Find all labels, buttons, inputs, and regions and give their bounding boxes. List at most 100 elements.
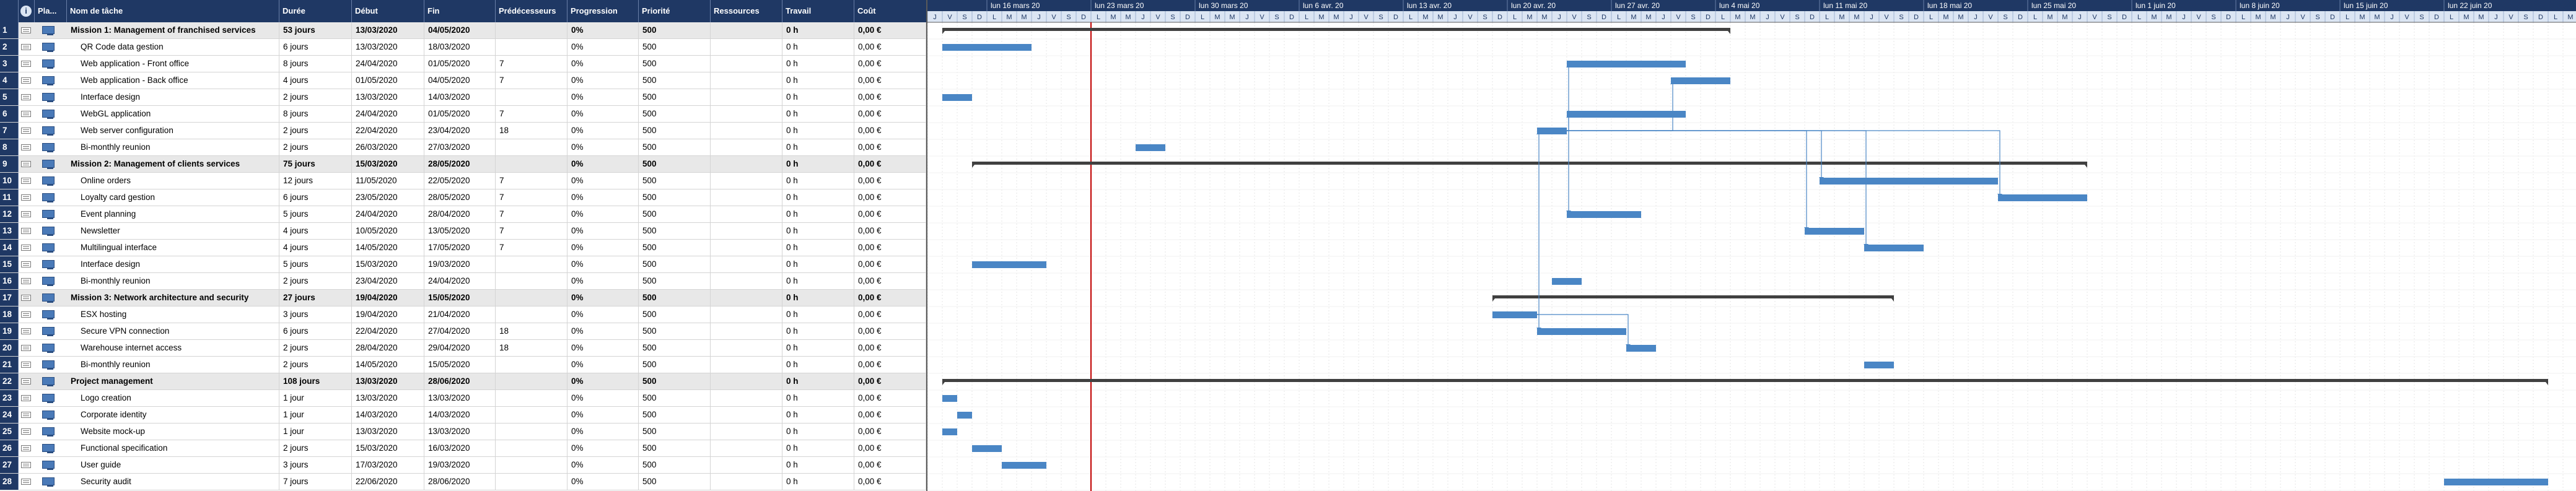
task-info-icon[interactable] — [21, 27, 31, 33]
task-work[interactable]: 0 h — [782, 323, 854, 339]
row-id[interactable]: 4 — [0, 72, 19, 89]
task-work[interactable]: 0 h — [782, 390, 854, 406]
row-id[interactable]: 19 — [0, 323, 19, 339]
task-mode-icon[interactable] — [42, 193, 55, 202]
task-duration[interactable]: 2 jours — [279, 357, 352, 373]
task-cost[interactable]: 0,00 € — [854, 106, 926, 122]
row-id[interactable]: 10 — [0, 173, 19, 189]
task-progress[interactable]: 0% — [567, 89, 639, 105]
task-resources[interactable] — [711, 440, 782, 456]
task-resources[interactable] — [711, 139, 782, 155]
task-predecessors[interactable] — [496, 22, 567, 38]
task-resources[interactable] — [711, 89, 782, 105]
task-row[interactable]: 4 Web application - Back office 4 jours 01/… — [0, 72, 926, 89]
task-progress[interactable]: 0% — [567, 474, 639, 490]
task-duration[interactable]: 1 jour — [279, 407, 352, 423]
task-start[interactable]: 17/03/2020 — [352, 457, 424, 473]
task-name[interactable]: Interface design — [67, 256, 279, 272]
task-start[interactable]: 22/04/2020 — [352, 123, 424, 139]
task-name[interactable]: Web application - Front office — [67, 56, 279, 72]
task-row[interactable]: 7 Web server configuration 2 jours 22/04/20… — [0, 123, 926, 139]
task-row[interactable]: 20 Warehouse internet access 2 jours 28/04/… — [0, 340, 926, 357]
task-row[interactable]: 27 User guide 3 jours 17/03/2020 19/03/2020 0… — [0, 457, 926, 474]
task-duration[interactable]: 2 jours — [279, 139, 352, 155]
task-info-icon[interactable] — [21, 261, 31, 267]
task-mode-icon[interactable] — [42, 394, 55, 403]
task-row[interactable]: 5 Interface design 2 jours 13/03/2020 14/03/… — [0, 89, 926, 106]
row-id[interactable]: 16 — [0, 273, 19, 289]
task-cost[interactable]: 0,00 € — [854, 72, 926, 89]
task-resources[interactable] — [711, 290, 782, 306]
task-predecessors[interactable] — [496, 139, 567, 155]
task-name[interactable]: Secure VPN connection — [67, 323, 279, 339]
task-mode-icon[interactable] — [42, 411, 55, 420]
task-name[interactable]: Mission 3: Network architecture and secu… — [67, 290, 279, 306]
task-resources[interactable] — [711, 256, 782, 272]
task-name[interactable]: Bi-monthly reunion — [67, 357, 279, 373]
task-resources[interactable] — [711, 407, 782, 423]
header-progress[interactable]: Progression — [567, 0, 639, 22]
task-duration[interactable]: 2 jours — [279, 440, 352, 456]
task-duration[interactable]: 6 jours — [279, 39, 352, 55]
row-id[interactable]: 1 — [0, 22, 19, 38]
task-resources[interactable] — [711, 223, 782, 239]
task-name[interactable]: Logo creation — [67, 390, 279, 406]
task-work[interactable]: 0 h — [782, 39, 854, 55]
task-progress[interactable]: 0% — [567, 56, 639, 72]
row-id[interactable]: 2 — [0, 39, 19, 55]
header-info[interactable]: i — [19, 0, 35, 22]
task-end[interactable]: 28/06/2020 — [424, 373, 496, 389]
task-work[interactable]: 0 h — [782, 407, 854, 423]
task-progress[interactable]: 0% — [567, 173, 639, 189]
task-predecessors[interactable] — [496, 457, 567, 473]
task-row[interactable]: 6 WebGL application 8 jours 24/04/2020 01/05… — [0, 106, 926, 123]
task-priority[interactable]: 500 — [639, 123, 711, 139]
task-start[interactable]: 28/04/2020 — [352, 340, 424, 356]
task-start[interactable]: 26/03/2020 — [352, 139, 424, 155]
task-info-icon[interactable] — [21, 61, 31, 67]
task-progress[interactable]: 0% — [567, 206, 639, 222]
task-mode-icon[interactable] — [42, 93, 55, 102]
row-id[interactable]: 23 — [0, 390, 19, 406]
task-end[interactable]: 23/04/2020 — [424, 123, 496, 139]
task-progress[interactable]: 0% — [567, 390, 639, 406]
task-row[interactable]: 24 Corporate identity 1 jour 14/03/2020 14/0… — [0, 407, 926, 424]
task-name[interactable]: Multilingual interface — [67, 240, 279, 256]
task-resources[interactable] — [711, 39, 782, 55]
task-cost[interactable]: 0,00 € — [854, 440, 926, 456]
task-mode-icon[interactable] — [42, 310, 55, 319]
task-work[interactable]: 0 h — [782, 206, 854, 222]
task-predecessors[interactable] — [496, 373, 567, 389]
task-start[interactable]: 15/03/2020 — [352, 256, 424, 272]
task-priority[interactable]: 500 — [639, 173, 711, 189]
task-priority[interactable]: 500 — [639, 256, 711, 272]
task-predecessors[interactable]: 7 — [496, 189, 567, 206]
task-progress[interactable]: 0% — [567, 340, 639, 356]
task-name[interactable]: WebGL application — [67, 106, 279, 122]
task-start[interactable]: 15/03/2020 — [352, 440, 424, 456]
task-mode-icon[interactable] — [42, 59, 55, 69]
task-priority[interactable]: 500 — [639, 223, 711, 239]
header-predecessors[interactable]: Prédécesseurs — [496, 0, 567, 22]
task-info-icon[interactable] — [21, 161, 31, 167]
task-name[interactable]: Interface design — [67, 89, 279, 105]
task-duration[interactable]: 108 jours — [279, 373, 352, 389]
task-cost[interactable]: 0,00 € — [854, 373, 926, 389]
row-id[interactable]: 24 — [0, 407, 19, 423]
task-progress[interactable]: 0% — [567, 139, 639, 155]
task-predecessors[interactable] — [496, 290, 567, 306]
task-name[interactable]: User guide — [67, 457, 279, 473]
task-resources[interactable] — [711, 56, 782, 72]
row-id[interactable]: 8 — [0, 139, 19, 155]
row-id[interactable]: 26 — [0, 440, 19, 456]
task-resources[interactable] — [711, 390, 782, 406]
task-duration[interactable]: 4 jours — [279, 72, 352, 89]
task-priority[interactable]: 500 — [639, 474, 711, 490]
task-end[interactable]: 27/04/2020 — [424, 323, 496, 339]
task-name[interactable]: Event planning — [67, 206, 279, 222]
gantt-canvas[interactable]: JVSDLMMJVSDLMMJVSDLMMJVSDLMMJVSDLMMJVSDL… — [927, 0, 2576, 491]
task-priority[interactable]: 500 — [639, 290, 711, 306]
task-resources[interactable] — [711, 273, 782, 289]
task-priority[interactable]: 500 — [639, 156, 711, 172]
task-priority[interactable]: 500 — [639, 139, 711, 155]
